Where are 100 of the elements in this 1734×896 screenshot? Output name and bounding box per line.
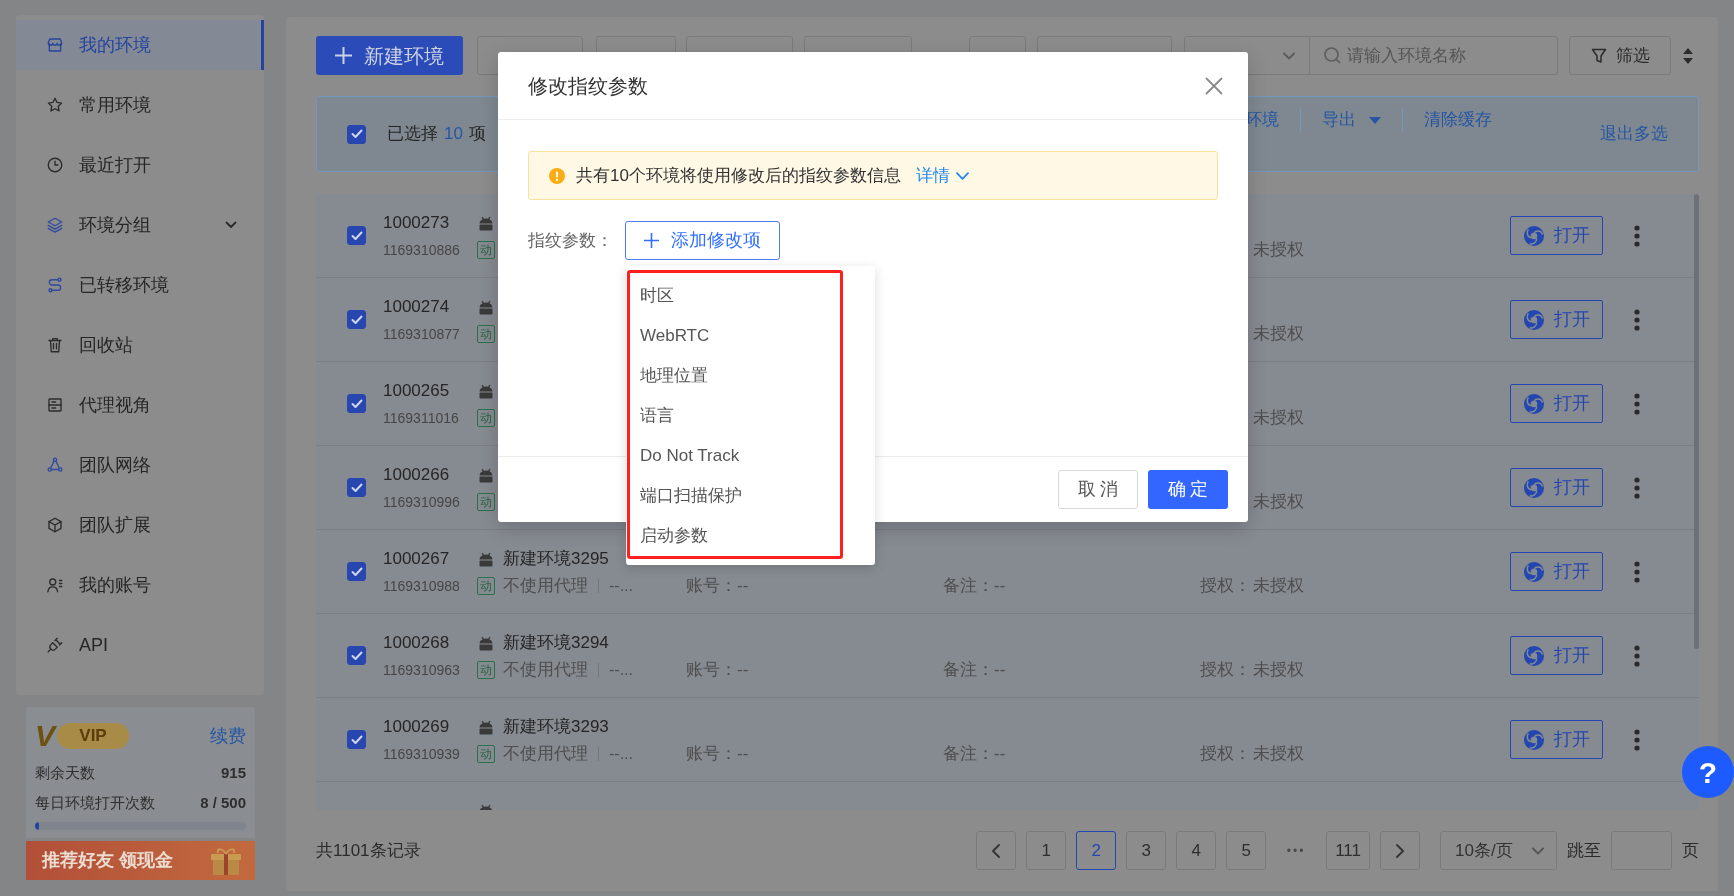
menu-item[interactable]: 语言 [632, 396, 832, 436]
stat-value: 8 / 500 [200, 792, 246, 813]
tag: 动 [477, 409, 495, 427]
proxy-detail: --... [609, 576, 633, 596]
more-icon[interactable] [1634, 308, 1640, 331]
scrollbar-thumb[interactable] [1694, 194, 1699, 649]
stat-label: 每日环境打开次数 [35, 792, 155, 813]
vip-logo: V [35, 723, 57, 749]
sidebar-item[interactable]: 已转移环境 [16, 260, 264, 310]
tag: 动 [477, 325, 495, 343]
environment-id: 1000268 [383, 632, 450, 654]
menu-item[interactable]: 端口扫描保护 [632, 476, 832, 516]
confirm-button[interactable]: 确定 [1148, 470, 1228, 509]
menu-item[interactable]: Do Not Track [632, 436, 832, 476]
checkbox[interactable] [347, 310, 366, 329]
environment-name: 新建环境3293 [503, 716, 609, 739]
open-button[interactable]: 打开 [1510, 720, 1603, 759]
open-button[interactable]: 打开 [1510, 636, 1603, 675]
check-icon [350, 314, 363, 325]
details-link[interactable]: 详情 [915, 162, 969, 189]
tag: 动 [477, 577, 495, 595]
serial-number: 1169310886 [383, 241, 460, 260]
open-button[interactable]: 打开 [1510, 300, 1603, 339]
open-button[interactable]: 打开 [1510, 468, 1603, 507]
environment-id: 1000274 [383, 296, 450, 318]
open-button[interactable]: 打开 [1510, 552, 1603, 591]
sidebar-item[interactable]: 代理视角 [16, 380, 264, 430]
menu-item[interactable]: WebRTC [632, 316, 832, 356]
tag: 动 [477, 241, 495, 259]
sidebar-item[interactable]: 我的环境 [16, 20, 264, 70]
checkbox[interactable] [347, 730, 366, 749]
menu-item[interactable]: 时区 [632, 276, 832, 316]
sidebar-item[interactable]: 常用环境 [16, 80, 264, 130]
more-icon[interactable] [1634, 728, 1640, 751]
open-button[interactable]: 打开 [1510, 384, 1603, 423]
add-item-button[interactable]: 添加修改项 [625, 221, 780, 260]
close-icon[interactable] [1205, 76, 1223, 95]
chevron-down-icon[interactable] [225, 221, 237, 229]
sidebar-item[interactable]: 团队扩展 [16, 500, 264, 550]
page-ellipsis[interactable]: ••• [1276, 831, 1317, 870]
page-button[interactable]: 5 [1226, 831, 1267, 870]
sidebar-item[interactable]: 团队网络 [16, 440, 264, 490]
open-button[interactable]: 打开 [1510, 216, 1603, 255]
page-button[interactable]: 2 [1076, 831, 1117, 870]
environment-name: 新建环境3295 [503, 548, 609, 571]
more-icon[interactable] [1634, 560, 1640, 583]
more-icon[interactable] [1634, 476, 1640, 499]
sidebar-item[interactable]: 最近打开 [16, 140, 264, 190]
help-button[interactable]: ? [1682, 746, 1734, 798]
sidebar-item[interactable]: 我的账号 [16, 560, 264, 610]
page-size-select[interactable]: 10条/页 [1440, 831, 1557, 870]
plus-icon [335, 47, 352, 64]
robot-icon [478, 383, 494, 399]
robot-icon [478, 719, 494, 735]
previous-page-button[interactable] [976, 831, 1017, 870]
checkbox[interactable] [347, 226, 366, 245]
new-environment-button[interactable]: 新建环境 [316, 36, 463, 75]
check-icon [350, 230, 363, 241]
more-icon[interactable] [1634, 644, 1640, 667]
serial-number: 1169311016 [383, 409, 459, 428]
tag: 动 [477, 661, 495, 679]
page-button[interactable]: 111 [1326, 831, 1370, 870]
more-icon[interactable] [1634, 392, 1640, 415]
cube-icon [46, 516, 64, 534]
next-page-button[interactable] [1380, 831, 1420, 870]
page-button[interactable]: 1 [1026, 831, 1067, 870]
promo-banner[interactable]: 推荐好友 领现金 [26, 841, 255, 880]
robot-icon [478, 215, 494, 231]
checkbox[interactable] [347, 646, 366, 665]
auth-status: 未授权 [1253, 323, 1304, 346]
checkbox[interactable] [347, 124, 366, 144]
page-button[interactable]: 3 [1126, 831, 1167, 870]
warning-icon [549, 167, 565, 184]
checkbox[interactable] [347, 478, 366, 497]
check-icon [350, 566, 363, 577]
menu-item[interactable]: 地理位置 [632, 356, 832, 396]
page-button[interactable]: 4 [1176, 831, 1217, 870]
sort-icon[interactable] [1683, 47, 1693, 64]
record-count: 共1101条记录 [316, 839, 421, 862]
selection-count: 已选择 10 项 [387, 123, 486, 146]
robot-icon [478, 299, 494, 315]
checkbox[interactable] [347, 562, 366, 581]
swirl-icon [1524, 225, 1544, 246]
stat-value: 915 [220, 762, 246, 783]
auth-status: 未授权 [1253, 491, 1304, 514]
stat-label: 剩余天数 [35, 762, 95, 783]
auth-label: 授权： [1200, 575, 1252, 598]
proxy-text: 不使用代理 [503, 659, 588, 682]
filter-button[interactable]: 筛选 [1569, 36, 1671, 75]
more-icon[interactable] [1634, 224, 1640, 247]
auth-status: 未授权 [1253, 659, 1304, 682]
cancel-button[interactable]: 取消 [1058, 470, 1138, 509]
sidebar-item[interactable]: 环境分组 [16, 200, 264, 250]
sidebar-item[interactable]: API [16, 620, 264, 670]
auth-label: 授权： [1200, 659, 1252, 682]
sidebar-item[interactable]: 回收站 [16, 320, 264, 370]
trash-icon [46, 336, 64, 354]
checkbox[interactable] [347, 394, 366, 413]
robot-icon [478, 467, 494, 483]
chevron-right-icon [1396, 843, 1404, 858]
